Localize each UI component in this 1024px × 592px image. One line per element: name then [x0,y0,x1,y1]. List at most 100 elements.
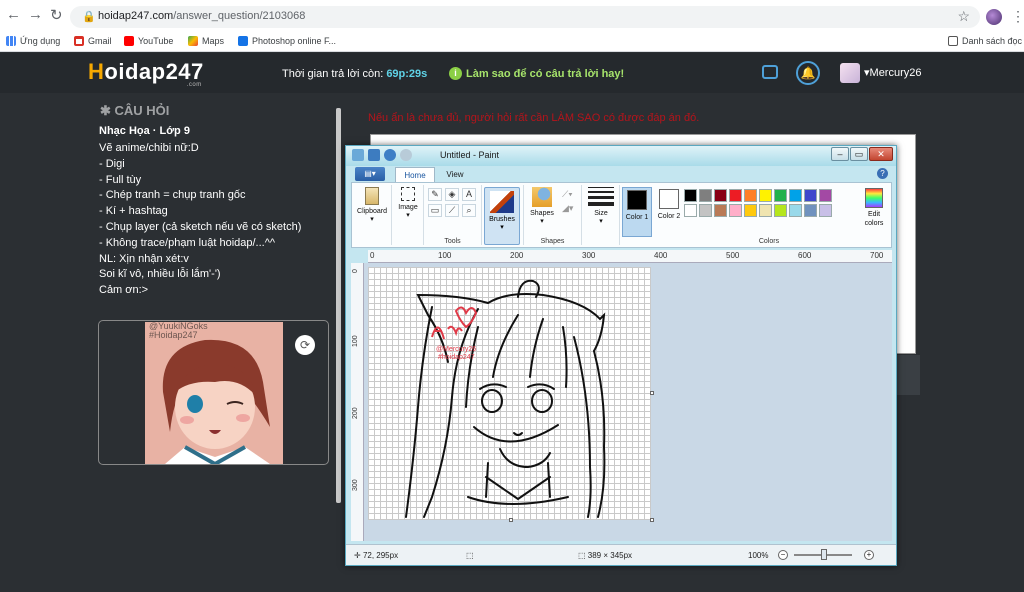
menu-icon[interactable]: ⋮ [1011,8,1024,25]
canvas-workspace: @Mercury26 #hoidap247 [364,263,892,541]
chat-icon[interactable] [762,65,778,79]
answer-note: Nếu ẩn là chưa đủ, người hỏi rất cần LÀM… [368,112,700,124]
palette-swatch[interactable] [774,189,787,202]
bookmark-youtube[interactable]: YouTube [124,36,173,46]
palette-swatch[interactable] [759,189,772,202]
reload-icon[interactable]: ↻ [50,6,63,24]
apps-grid-icon [6,36,16,46]
question-scrollbar-thumb[interactable] [336,108,341,503]
tab-view[interactable]: View [439,167,471,182]
zoom-out-button[interactable]: − [778,550,788,560]
maximize-button[interactable]: ▭ [850,147,868,161]
rotate-image-button[interactable]: ⟳ [295,335,315,355]
save-icon[interactable] [368,149,380,161]
youtube-icon [124,36,134,46]
bookmark-photoshop[interactable]: Photoshop online F... [238,36,336,46]
bookmark-apps[interactable]: Ứng dụng [6,36,60,46]
palette-swatch[interactable] [699,189,712,202]
undo-icon[interactable] [384,149,396,161]
close-button[interactable]: ✕ [869,147,893,161]
question-image[interactable]: @YuukiNGoks #Hoidap247 [145,322,283,464]
paint-app-icon[interactable] [352,149,364,161]
clipboard-button[interactable]: Clipboard ▾ [354,187,390,223]
user-avatar[interactable] [840,63,860,83]
size-button[interactable]: Size ▾ [586,187,616,225]
select-icon [401,187,415,201]
palette-swatch[interactable] [714,204,727,217]
forward-icon[interactable]: → [28,6,43,23]
lock-icon: 🔒 [82,11,96,23]
fill-icon[interactable]: ◈ [445,188,459,201]
palette-swatch[interactable] [684,204,697,217]
shapes-group: Shapes ▾ ⟋▾ ◢▾ Shapes [524,185,582,245]
brushes-button[interactable]: Brushes ▾ [484,187,520,245]
paint-title: Untitled - Paint [440,150,500,160]
color1-button[interactable]: Color 1 [622,187,652,237]
edit-colors-button[interactable]: Edit colors [858,188,890,228]
help-icon[interactable]: ? [877,168,888,179]
tip-link[interactable]: i Làm sao để có câu trả lời hay! [449,67,624,80]
palette-swatch[interactable] [819,189,832,202]
redo-icon[interactable] [400,149,412,161]
profile-avatar[interactable] [986,9,1002,25]
palette-swatch[interactable] [684,189,697,202]
horizontal-ruler: 0 100 200 300 400 500 600 700 [368,250,892,263]
question-subject: Nhạc Họa · Lớp 9 [99,125,190,137]
maps-icon [188,36,198,46]
outline-icon[interactable]: ⟋▾ [562,189,573,200]
paint-titlebar[interactable]: Untitled - Paint – ▭ ✕ [346,146,896,166]
palette-swatch[interactable] [729,204,742,217]
palette-swatch[interactable] [714,189,727,202]
palette-swatch[interactable] [804,189,817,202]
fill-shape-icon[interactable]: ◢▾ [562,203,573,214]
palette-swatch[interactable] [804,204,817,217]
pencil-icon[interactable]: ✎ [428,188,442,201]
hoidap247-logo[interactable]: Hoidap247 .com [88,59,204,88]
info-icon: i [449,67,462,80]
bookmark-gmail[interactable]: Gmail [74,36,112,46]
shapes-button[interactable]: Shapes ▾ [526,187,558,225]
tab-home[interactable]: Home [395,167,435,182]
palette-swatch[interactable] [759,204,772,217]
bookmark-maps[interactable]: Maps [188,36,224,46]
address-bar[interactable]: 🔒 hoidap247.com/answer_question/2103068 … [70,6,980,28]
palette-swatch[interactable] [744,204,757,217]
resize-handle-corner[interactable] [650,518,654,522]
minimize-button[interactable]: – [831,147,849,161]
eraser-icon[interactable]: ▭ [428,204,442,217]
bookmarks-bar: Ứng dụng Gmail YouTube Maps Photoshop on… [0,32,1024,52]
anime-girl-illustration [162,339,270,464]
bookmark-star-icon[interactable]: ☆ [957,8,970,25]
bookmark-reading-list[interactable]: Danh sách đọc [948,36,1022,46]
drawing-canvas[interactable]: @Mercury26 #hoidap247 [368,267,651,520]
palette-swatch[interactable] [789,204,802,217]
palette-swatch[interactable] [819,204,832,217]
palette-swatch[interactable] [699,204,712,217]
image-watermark: @YuukiNGoks #Hoidap247 [149,322,208,340]
bell-icon[interactable]: 🔔 [796,61,820,85]
quick-access-toolbar [352,149,412,161]
back-icon[interactable]: ← [6,6,21,23]
site-header: Hoidap247 .com Thời gian trả lời còn: 69… [0,53,1024,93]
palette-swatch[interactable] [774,204,787,217]
browser-toolbar: ← → ↻ 🔒 hoidap247.com/answer_question/21… [0,0,1024,32]
magnifier-icon[interactable]: ⌕ [462,204,476,217]
resize-handle-right[interactable] [650,391,654,395]
palette-swatch[interactable] [789,189,802,202]
text-icon[interactable]: A [462,188,476,201]
zoom-slider-thumb[interactable] [821,549,827,560]
username[interactable]: ▾Mercury26 [864,66,922,79]
file-menu-button[interactable]: ▤▾ [355,167,385,181]
color-picker-icon[interactable]: ⟋ [445,204,459,217]
question-body: Vẽ anime/chibi nữ:D - Digi - Full tùy - … [99,142,302,297]
brushes-group: Brushes ▾ [482,185,524,245]
color2-button[interactable]: Color 2 [654,187,684,237]
resize-handle-bottom[interactable] [509,518,513,522]
image-group: Image ▾ [392,185,424,245]
palette-swatch[interactable] [729,189,742,202]
image-button[interactable]: Image ▾ [393,187,423,219]
zoom-in-button[interactable]: + [864,550,874,560]
palette-swatch[interactable] [744,189,757,202]
signature-tag-2: #hoidap247 [438,354,475,361]
zoom-level: 100% [748,551,769,560]
